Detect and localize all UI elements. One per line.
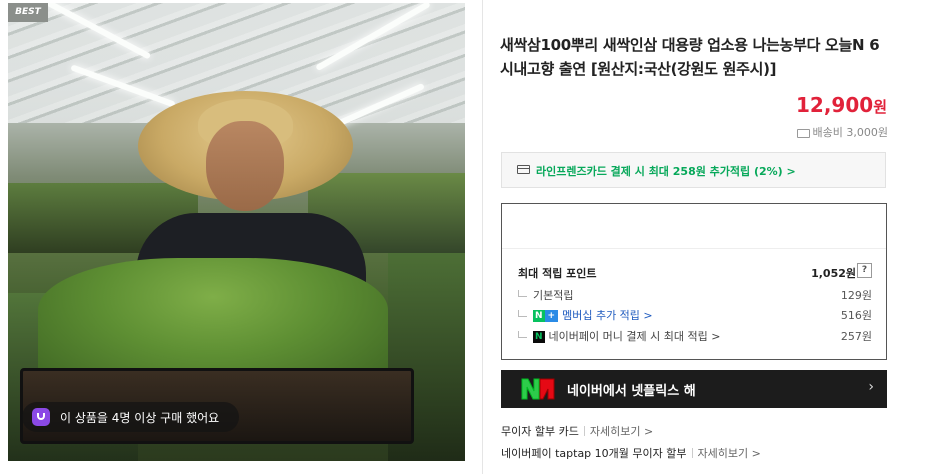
buyer-notice-text: 이 상품을 4명 이상 구매 했어요 [60, 411, 220, 425]
points-panel: 최대 적립 포인트 1,052원 ? 기본적립 129원 N + 멤버십 추가 적립… [501, 203, 887, 360]
points-row-value: 257원 [840, 330, 872, 343]
divider [502, 248, 886, 249]
points-header-label: 최대 적립 포인트 [518, 267, 597, 280]
card-promo-banner[interactable]: 라인프렌즈카드 결제 시 최대 258원 추가적립 (2%) > [501, 152, 886, 188]
points-row-basic: 기본적립 129원 [518, 287, 872, 303]
points-header: 최대 적립 포인트 1,052원 ? [518, 263, 872, 281]
shipping-fee: 배송비 3,000원 [796, 124, 888, 140]
shopping-bag-icon [32, 408, 50, 426]
price-currency: 원 [873, 98, 887, 116]
points-row-membership[interactable]: N + 멤버십 추가 적립 > 516원 [518, 307, 872, 323]
details-link[interactable]: 자세히보기 > [590, 425, 653, 438]
netflix-banner-text: 네이버에서 넷플릭스 해 [567, 384, 696, 399]
truck-icon [796, 128, 810, 138]
details-link[interactable]: 자세히보기 > [698, 447, 761, 460]
netflix-n-logo-icon [521, 378, 555, 400]
points-row-naverpay[interactable]: N 네이버페이 머니 결제 시 최대 적립 > 257원 [518, 328, 872, 344]
tree-branch-icon [518, 310, 527, 317]
naverpay-n-icon: N [533, 331, 545, 343]
installment-label: 무이자 할부 카드 [501, 425, 579, 438]
naver-n-icon: N [533, 310, 545, 322]
points-header-value: 1,052원 [811, 267, 856, 280]
credit-card-icon [517, 165, 530, 174]
points-row-value: 129원 [840, 289, 872, 302]
card-promo-text[interactable]: 라인프렌즈카드 결제 시 최대 258원 추가적립 (2%) > [536, 163, 796, 179]
product-title: 새싹삼100뿌리 새싹인삼 대용량 업소용 나는농부다 오늘N 6시내고향 출연… [500, 36, 880, 78]
panel-divider [482, 0, 483, 474]
naverpay-link[interactable]: 네이버페이 머니 결제 시 최대 적립 > [549, 330, 721, 343]
installment-row: 무이자 할부 카드 자세히보기 > [501, 423, 653, 439]
shipping-text: 배송비 3,000원 [812, 126, 888, 139]
points-row-label: 기본적립 [533, 289, 574, 302]
installment-label: 네이버페이 taptap 10개월 무이자 할부 [501, 447, 687, 460]
help-icon[interactable]: ? [857, 263, 872, 278]
product-price: 12,900원 [796, 93, 887, 117]
membership-link[interactable]: 멤버십 추가 적립 > [562, 309, 653, 322]
plus-icon: + [544, 310, 559, 322]
tree-branch-icon [518, 290, 527, 297]
points-row-value: 516원 [840, 309, 872, 322]
netflix-banner[interactable]: 네이버에서 넷플릭스 해 › [501, 370, 887, 408]
best-badge: BEST [8, 3, 48, 22]
installment-row: 네이버페이 taptap 10개월 무이자 할부 자세히보기 > [501, 445, 761, 461]
price-value: 12,900 [796, 93, 874, 117]
buyer-count-notice: 이 상품을 4명 이상 구매 했어요 [22, 402, 239, 432]
tree-branch-icon [518, 331, 527, 338]
chevron-right-icon: › [868, 379, 874, 395]
product-image[interactable] [8, 3, 465, 461]
